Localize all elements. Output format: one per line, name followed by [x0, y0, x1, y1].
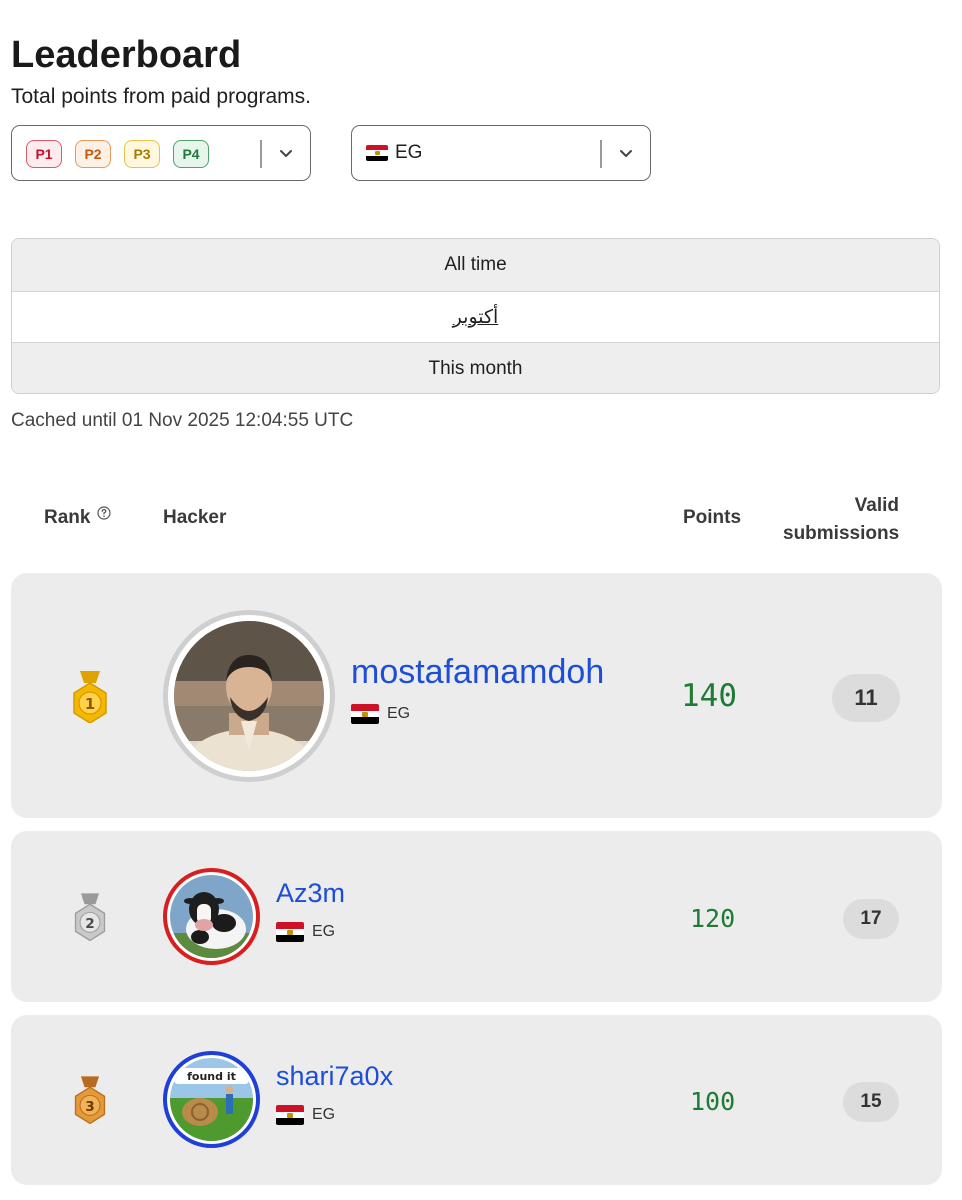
- header-valid-submissions: Valid submissions: [783, 495, 900, 544]
- bronze-medal-icon: 3: [74, 1076, 106, 1124]
- leaderboard-row-2: 2 Az3m EG 120 17: [11, 831, 942, 1002]
- medal-number: 1: [85, 695, 95, 713]
- avatar[interactable]: [170, 875, 253, 958]
- hacker-username[interactable]: shari7a0x: [276, 1061, 393, 1092]
- avatar-overlay-text: found it: [187, 1070, 236, 1083]
- help-circle-icon[interactable]: [97, 506, 111, 520]
- country-filter-select[interactable]: EG: [351, 125, 651, 181]
- egypt-flag-icon: [351, 704, 379, 724]
- page-title: Leaderboard: [11, 34, 242, 76]
- silver-medal-icon: 2: [74, 893, 106, 941]
- valid-submissions-badge: 11: [832, 674, 900, 722]
- priority-pill-p2[interactable]: P2: [75, 140, 111, 168]
- country-selected-value: EG: [366, 142, 422, 164]
- period-option-october[interactable]: أكتوبر: [12, 291, 939, 343]
- medal-number: 2: [85, 916, 94, 932]
- hacker-location: EG: [276, 1105, 335, 1125]
- header-points: Points: [683, 507, 742, 528]
- egypt-flag-icon: [276, 922, 304, 942]
- leaderboard-row-1: 1 mostafamamdoh EG 140 11: [11, 573, 942, 818]
- valid-submissions-badge: 17: [843, 899, 899, 939]
- priority-pill-p4[interactable]: P4: [173, 140, 209, 168]
- valid-submissions-badge: 15: [843, 1082, 899, 1122]
- avatar[interactable]: found it: [170, 1058, 253, 1141]
- select-divider: [600, 140, 602, 168]
- priority-pill-p3[interactable]: P3: [124, 140, 160, 168]
- cache-status: Cached until 01 Nov 2025 12:04:55 UTC: [11, 410, 354, 431]
- hacker-location: EG: [276, 922, 335, 942]
- header-rank: Rank: [44, 507, 91, 528]
- header-hacker: Hacker: [163, 507, 227, 528]
- country-code: EG: [387, 705, 411, 722]
- hacker-username[interactable]: Az3m: [276, 878, 345, 909]
- egypt-flag-icon: [276, 1105, 304, 1125]
- egypt-flag-icon: [366, 145, 388, 161]
- page-subtitle: Total points from paid programs.: [11, 85, 311, 108]
- priority-filter-select[interactable]: P1 P2 P3 P4: [11, 125, 311, 181]
- avatar[interactable]: [174, 621, 324, 771]
- hacker-username[interactable]: mostafamamdoh: [351, 653, 604, 692]
- medal-number: 3: [85, 1099, 94, 1115]
- gold-medal-icon: 1: [73, 671, 107, 723]
- leaderboard-row-3: 3 found it shari7a0x EG 100 15: [11, 1015, 942, 1185]
- points-value: 120: [690, 904, 736, 933]
- period-selector: All time أكتوبر This month: [11, 238, 940, 394]
- country-code: EG: [312, 1106, 336, 1123]
- period-option-this-month[interactable]: This month: [12, 343, 939, 393]
- priority-pills: P1 P2 P3 P4: [26, 140, 209, 168]
- country-code: EG: [312, 923, 336, 940]
- period-option-all-time[interactable]: All time: [12, 239, 939, 291]
- points-value: 140: [681, 678, 737, 714]
- chevron-down-icon[interactable]: [615, 143, 637, 165]
- points-value: 100: [690, 1087, 736, 1116]
- priority-pill-p1[interactable]: P1: [26, 140, 62, 168]
- country-code: EG: [395, 142, 423, 163]
- select-divider: [260, 140, 262, 168]
- hacker-location: EG: [351, 704, 410, 724]
- chevron-down-icon[interactable]: [275, 143, 297, 165]
